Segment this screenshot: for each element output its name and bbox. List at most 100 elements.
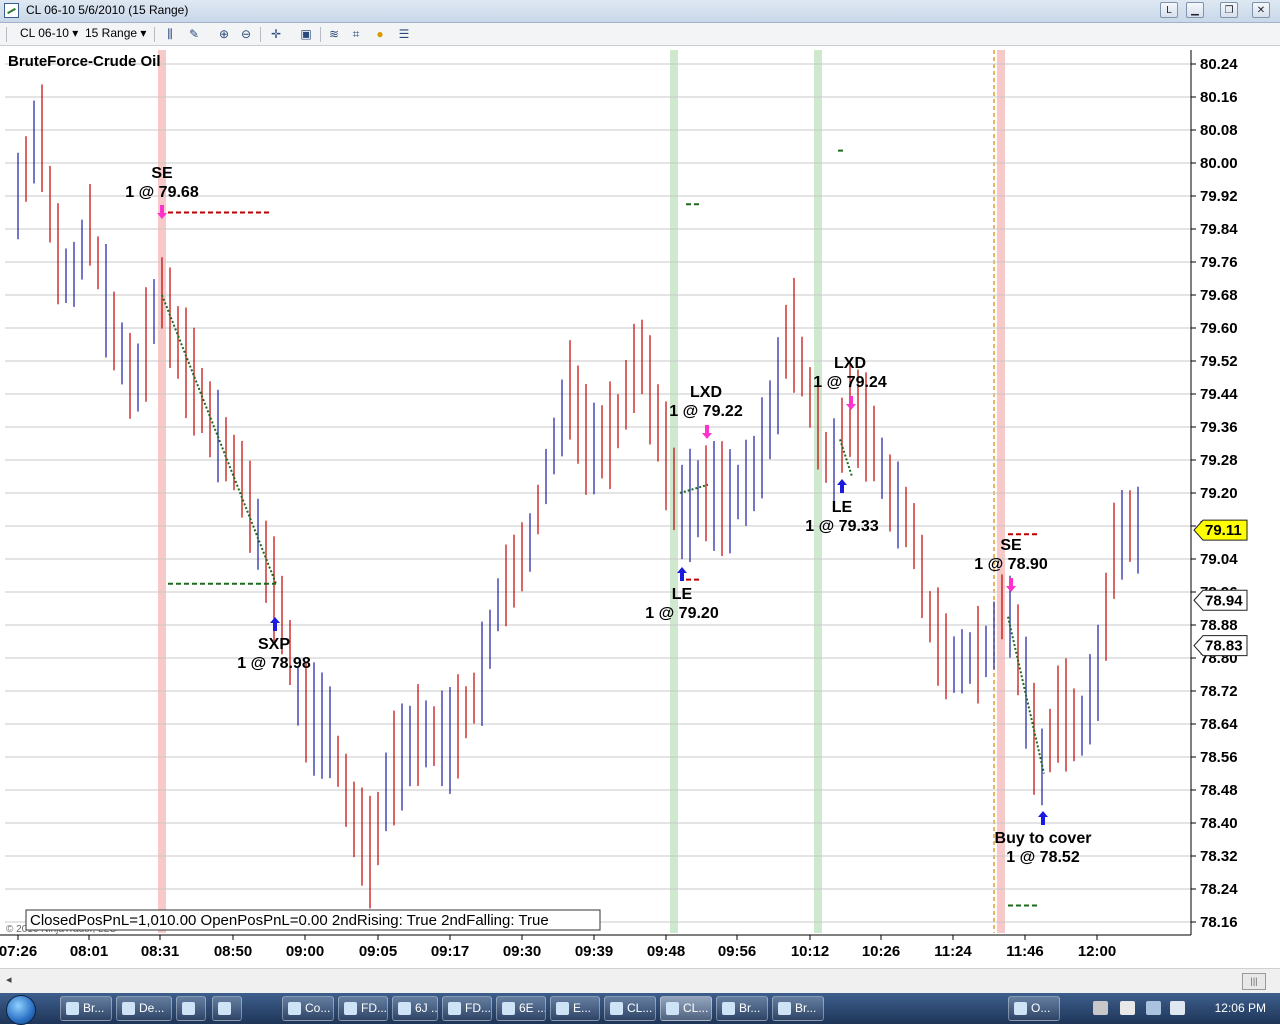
trade-marker-name: SXP xyxy=(258,636,290,653)
trade-line-long xyxy=(679,483,709,494)
window-link-button[interactable]: L xyxy=(1160,2,1178,18)
zoom-out-icon[interactable]: ⊖ xyxy=(238,26,254,42)
trade-marker-name: Buy to cover xyxy=(995,830,1092,847)
x-tick-label: 08:50 xyxy=(214,943,252,960)
y-tick-label: 78.32 xyxy=(1200,848,1238,865)
taskbar-button[interactable]: CL... xyxy=(660,996,712,1021)
coin-icon[interactable]: ● xyxy=(372,26,388,42)
y-tick-label: 79.92 xyxy=(1200,188,1238,205)
horizontal-scrollbar[interactable]: ◂ ||| xyxy=(0,968,1280,993)
y-tick-label: 78.24 xyxy=(1200,881,1238,898)
trade-marker-name: LXD xyxy=(690,384,722,401)
instrument-selector[interactable]: CL 06-10 ▾ xyxy=(20,26,78,40)
chart-title: BruteForce-Crude Oil xyxy=(8,53,161,70)
taskbar-button[interactable]: De... xyxy=(116,996,172,1021)
y-tick-label: 79.04 xyxy=(1200,551,1238,568)
chevron-down-icon: ▾ xyxy=(72,26,79,40)
network-icon[interactable] xyxy=(1146,1001,1161,1015)
last-price-tag: 79.11 xyxy=(1205,522,1242,539)
printer-icon[interactable] xyxy=(1093,1001,1108,1015)
x-tick-label: 09:05 xyxy=(359,943,397,960)
scroll-left-icon[interactable]: ◂ xyxy=(6,973,12,986)
scroll-thumb[interactable]: ||| xyxy=(1242,973,1266,990)
taskbar-button[interactable]: E... xyxy=(550,996,600,1021)
y-tick-label: 78.72 xyxy=(1200,683,1238,700)
toolbar-separator xyxy=(154,27,155,42)
y-tick-label: 78.48 xyxy=(1200,782,1238,799)
y-tick-label: 79.28 xyxy=(1200,452,1238,469)
trade-marker-text: 1 @ 79.24 xyxy=(813,374,887,391)
chart-toolbar: CL 06-10 ▾ 15 Range ▾ ⫼ ✎ ⊕ ⊖ ✛ ▣ ≋ ⌗ ● … xyxy=(0,23,1280,46)
taskbar-button[interactable]: FD... xyxy=(442,996,492,1021)
x-tick-label: 10:12 xyxy=(791,943,829,960)
crosshair-icon[interactable]: ✛ xyxy=(268,26,284,42)
bar-type-icon[interactable]: ⫼ xyxy=(162,26,178,42)
trade-marker-name: LXD xyxy=(834,355,866,372)
y-tick-label: 79.44 xyxy=(1200,386,1238,403)
minimize-icon[interactable]: ▁ xyxy=(1186,2,1204,18)
taskbar-button[interactable] xyxy=(176,996,206,1021)
restore-icon[interactable]: ❐ xyxy=(1220,2,1238,18)
price-chart-svg[interactable]: 80.24 80.16 80.08 80.00 79.92 79.84 79.76 79.68… xyxy=(0,46,1280,966)
price-chart[interactable]: 80.24 80.16 80.08 80.00 79.92 79.84 79.76 79.68… xyxy=(0,46,1280,966)
instrument-label: CL 06-10 xyxy=(20,26,69,40)
interval-selector[interactable]: 15 Range ▾ xyxy=(85,26,146,40)
y-tick-label: 80.24 xyxy=(1200,56,1238,73)
taskbar-button[interactable] xyxy=(212,996,242,1021)
x-tick-label: 09:17 xyxy=(431,943,469,960)
taskbar-button[interactable]: 6J ... xyxy=(392,996,438,1021)
taskbar-button[interactable]: Co... xyxy=(282,996,334,1021)
taskbar-clock: 12:06 PM xyxy=(1214,1001,1266,1015)
window-title: CL 06-10 5/6/2010 (15 Range) xyxy=(26,3,189,17)
x-tick-label: 09:56 xyxy=(718,943,756,960)
x-tick-label: 10:26 xyxy=(862,943,900,960)
price-tag: 78.83 xyxy=(1205,638,1243,655)
x-tick-label: 08:01 xyxy=(70,943,108,960)
close-icon[interactable]: ✕ xyxy=(1252,2,1270,18)
volume-icon[interactable] xyxy=(1170,1001,1185,1015)
taskbar-button[interactable]: FD... xyxy=(338,996,388,1021)
chart-window-icon xyxy=(4,3,19,18)
y-tick-label: 80.16 xyxy=(1200,89,1238,106)
y-tick-label: 78.40 xyxy=(1200,815,1238,832)
taskbar-button[interactable]: Br... xyxy=(716,996,768,1021)
flag-icon[interactable] xyxy=(1120,1001,1135,1015)
x-tick-label: 12:00 xyxy=(1078,943,1116,960)
zoom-in-icon[interactable]: ⊕ xyxy=(216,26,232,42)
y-tick-label: 79.52 xyxy=(1200,353,1238,370)
trade-marker-text: 1 @ 79.22 xyxy=(669,403,743,420)
start-button-icon[interactable] xyxy=(6,995,36,1025)
trade-marker-name: SE xyxy=(1000,537,1022,554)
y-tick-label: 79.20 xyxy=(1200,485,1238,502)
data-box-icon[interactable]: ☰ xyxy=(396,26,412,42)
x-tick-label: 07:26 xyxy=(0,943,37,960)
y-tick-label: 79.68 xyxy=(1200,287,1238,304)
chevron-down-icon: ▾ xyxy=(140,26,147,40)
taskbar-button[interactable]: CL... xyxy=(604,996,656,1021)
x-tick-label: 08:31 xyxy=(141,943,179,960)
toolbar-grip xyxy=(6,27,7,42)
price-tag: 78.94 xyxy=(1205,592,1243,609)
short-entry-band xyxy=(158,50,166,933)
y-tick-label: 78.88 xyxy=(1200,617,1238,634)
taskbar-button[interactable]: Br... xyxy=(772,996,824,1021)
taskbar-button[interactable]: 6E ... xyxy=(496,996,546,1021)
trade-marker-name: LE xyxy=(832,499,853,516)
strategies-icon[interactable]: ⌗ xyxy=(348,26,364,42)
y-tick-label: 79.60 xyxy=(1200,320,1238,337)
taskbar-button[interactable]: O... xyxy=(1008,996,1060,1021)
properties-icon[interactable]: ▣ xyxy=(298,26,314,42)
trade-line-short xyxy=(161,294,277,585)
trade-marker-text: 1 @ 79.20 xyxy=(645,605,719,622)
x-tick-label: 11:24 xyxy=(934,943,972,960)
indicators-icon[interactable]: ≋ xyxy=(326,26,342,42)
y-tick-label: 80.00 xyxy=(1200,155,1238,172)
taskbar-button[interactable]: Br... xyxy=(60,996,112,1021)
window-titlebar: CL 06-10 5/6/2010 (15 Range) L ▁ ❐ ✕ xyxy=(0,0,1280,23)
status-text: ClosedPosPnL=1,010.00 OpenPosPnL=0.00 2n… xyxy=(30,912,549,929)
long-entry-band xyxy=(814,50,822,933)
drawing-tool-icon[interactable]: ✎ xyxy=(186,26,202,42)
toolbar-separator xyxy=(320,27,321,42)
trade-marker-text: 1 @ 79.68 xyxy=(125,184,199,201)
y-tick-label: 78.64 xyxy=(1200,716,1238,733)
